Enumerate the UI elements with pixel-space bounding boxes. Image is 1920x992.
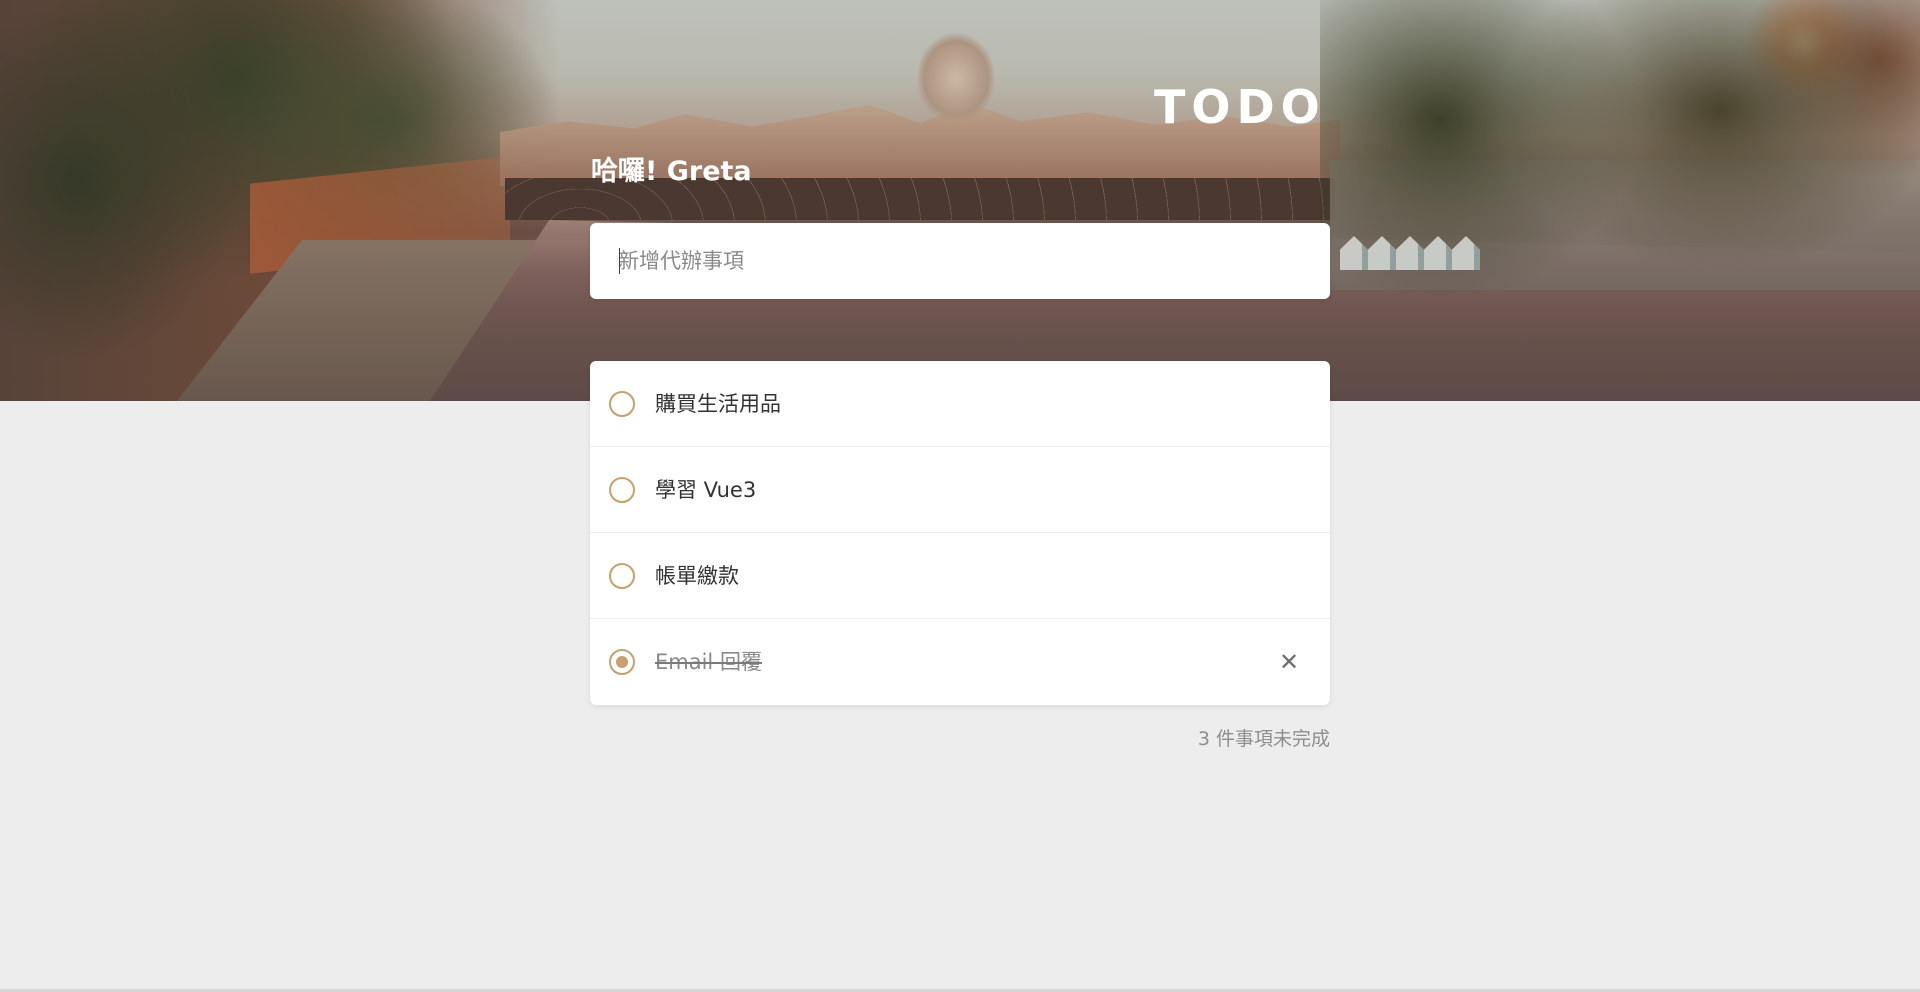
todo-item-completed[interactable]: Email 回覆 ✕ bbox=[590, 619, 1330, 705]
todo-list: 購買生活用品 學習 Vue3 帳單繳款 Email 回覆 ✕ bbox=[590, 361, 1330, 705]
text-cursor bbox=[619, 248, 620, 274]
todo-item[interactable]: 購買生活用品 bbox=[590, 361, 1330, 447]
todo-toggle-radio[interactable] bbox=[609, 649, 635, 675]
todo-toggle-radio[interactable] bbox=[609, 477, 635, 503]
todo-label: Email 回覆 bbox=[655, 650, 762, 674]
app-title: TODO bbox=[1154, 80, 1326, 134]
close-icon[interactable]: ✕ bbox=[1274, 647, 1304, 677]
todo-item[interactable]: 帳單繳款 bbox=[590, 533, 1330, 619]
todo-label: 購買生活用品 bbox=[655, 392, 781, 416]
todo-toggle-radio[interactable] bbox=[609, 391, 635, 417]
todo-label: 學習 Vue3 bbox=[655, 478, 757, 502]
header-background-photo bbox=[0, 0, 1920, 401]
remaining-count: 3 件事項未完成 bbox=[1197, 728, 1330, 750]
user-greeting: 哈囉! Greta bbox=[591, 156, 752, 187]
photo-tint bbox=[0, 0, 1920, 401]
todo-label: 帳單繳款 bbox=[655, 564, 739, 588]
todo-toggle-radio[interactable] bbox=[609, 563, 635, 589]
new-todo-input[interactable] bbox=[590, 223, 1330, 299]
todo-item[interactable]: 學習 Vue3 bbox=[590, 447, 1330, 533]
